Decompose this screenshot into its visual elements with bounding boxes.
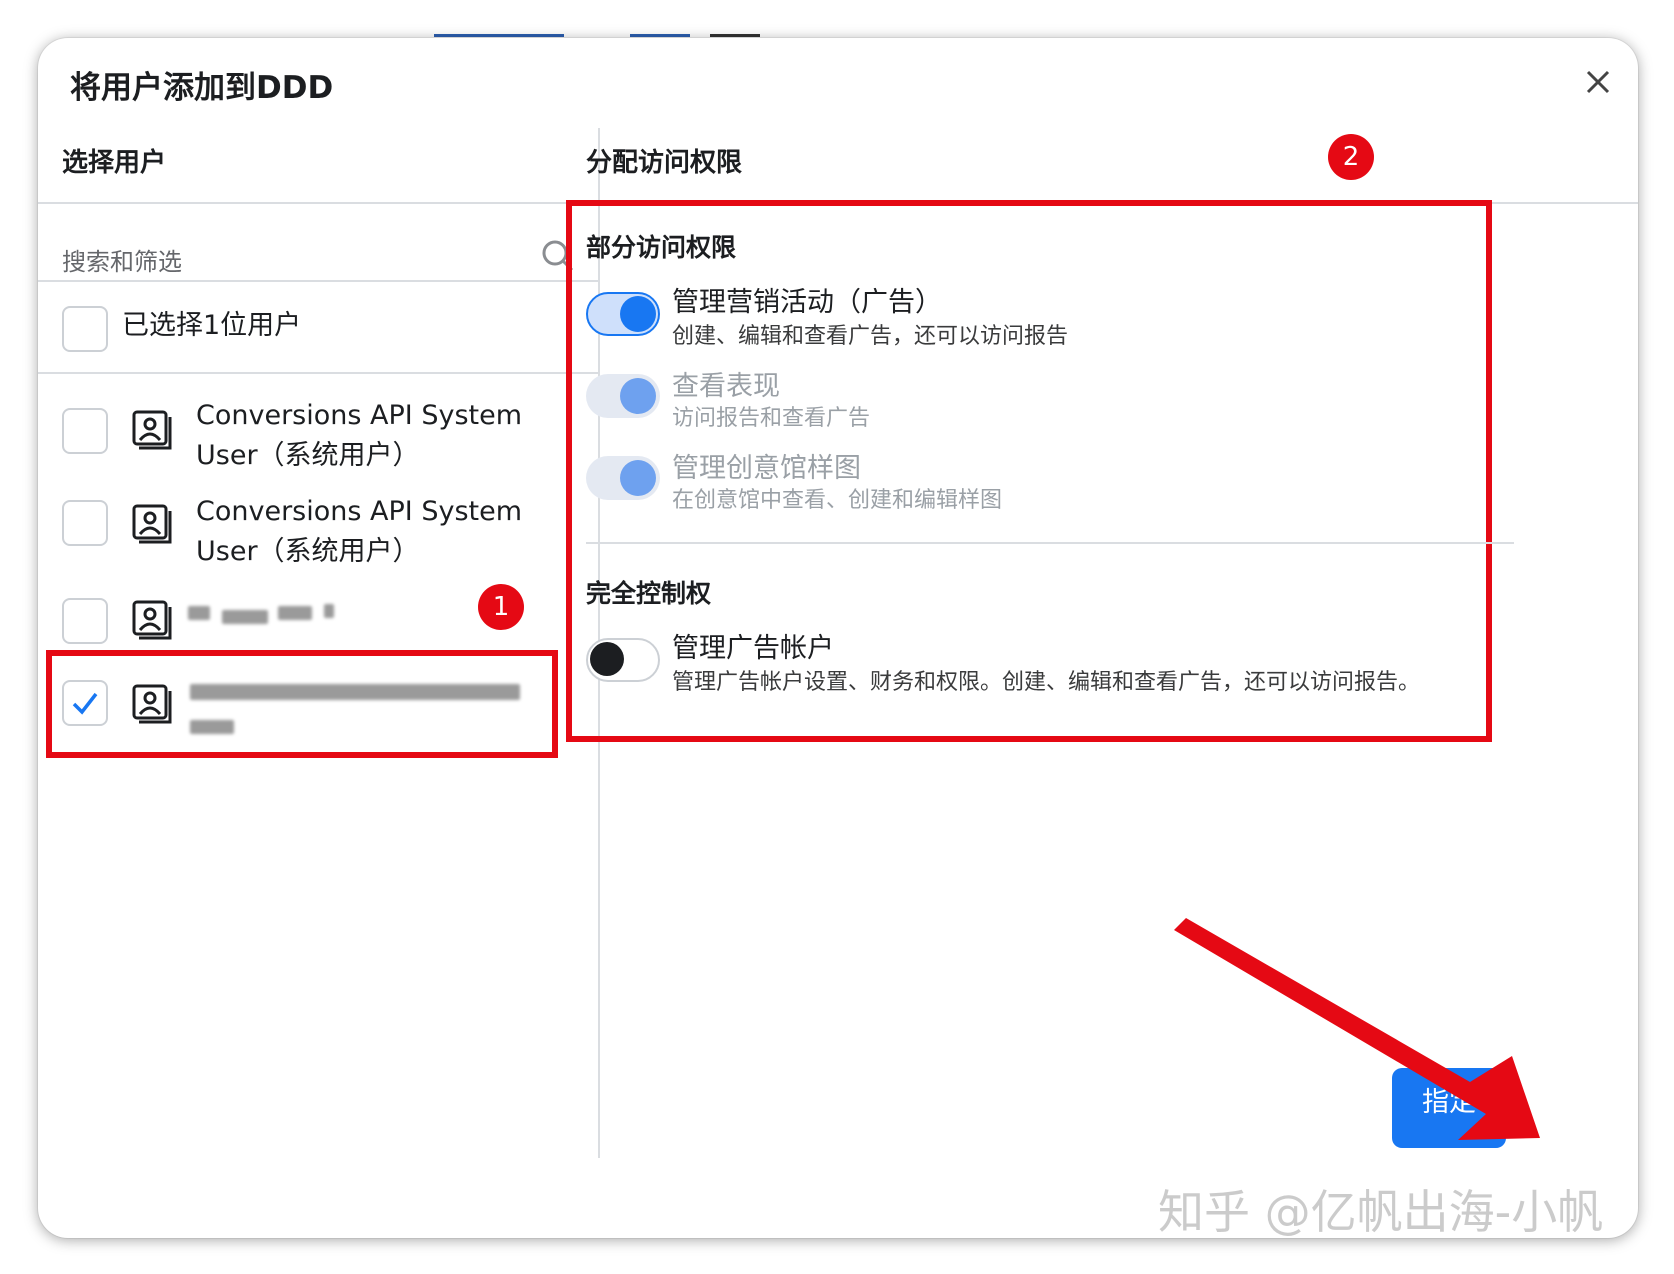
user-name-line1: Conversions API System	[196, 496, 523, 527]
search-input[interactable]: 搜索和筛选	[62, 242, 182, 277]
dialog-title: 将用户添加到DDD	[70, 70, 334, 106]
toggle-manage-ad-account[interactable]	[586, 638, 660, 682]
annotation-badge-2: 2	[1328, 134, 1374, 180]
permission-desc: 创建、编辑和查看广告，还可以访问报告	[672, 324, 1069, 349]
permission-title: 管理营销活动（广告）	[672, 287, 942, 318]
partial-access-heading: 部分访问权限	[586, 233, 737, 262]
selected-count-label: 已选择1位用户	[122, 310, 302, 341]
user-name-line2: User（系统用户）	[196, 440, 420, 471]
user-name-line1: Conversions API System	[196, 400, 523, 431]
assign-access-heading: 分配访问权限	[586, 148, 743, 178]
user-id-card-icon	[132, 684, 172, 724]
assign-button[interactable]: 指定	[1392, 1068, 1506, 1148]
user-id-card-icon	[132, 504, 172, 544]
select-user-heading: 选择用户	[62, 148, 167, 178]
user-name-line2: User（系统用户）	[196, 536, 420, 567]
user-name: Conversions API System User（系统用户）	[196, 492, 522, 572]
user-checkbox[interactable]	[62, 408, 108, 454]
user-checkbox[interactable]	[62, 598, 108, 644]
toggle-manage-creative-hub	[586, 456, 660, 500]
user-checkbox-checked[interactable]	[62, 680, 108, 726]
toggle-manage-campaigns[interactable]	[586, 292, 660, 336]
permission-desc: 访问报告和查看广告	[672, 406, 871, 431]
divider	[38, 202, 598, 204]
permission-title: 查看表现	[672, 371, 780, 402]
permission-desc: 在创意馆中查看、创建和编辑样图	[672, 488, 1003, 513]
user-name: Conversions API System User（系统用户）	[196, 396, 522, 476]
user-checkbox[interactable]	[62, 500, 108, 546]
select-all-checkbox[interactable]	[62, 306, 108, 352]
add-user-dialog: 将用户添加到DDD 选择用户 搜索和筛选 已选择1位用户 Conversions…	[38, 38, 1638, 1238]
divider	[38, 280, 598, 282]
user-id-card-icon	[132, 410, 172, 450]
checkmark-icon	[72, 692, 98, 715]
divider	[38, 372, 598, 374]
annotation-highlight-selected-user	[46, 650, 558, 758]
user-id-card-icon	[132, 600, 172, 640]
close-icon[interactable]	[1578, 62, 1618, 102]
full-control-heading: 完全控制权	[586, 579, 712, 608]
divider	[586, 542, 1514, 544]
permission-desc: 管理广告帐户设置、财务和权限。创建、编辑和查看广告，还可以访问报告。	[672, 670, 1421, 695]
annotation-badge-1: 1	[478, 584, 524, 630]
permission-title: 管理创意馆样图	[672, 453, 861, 484]
permission-title: 管理广告帐户	[672, 633, 834, 664]
toggle-view-performance	[586, 374, 660, 418]
